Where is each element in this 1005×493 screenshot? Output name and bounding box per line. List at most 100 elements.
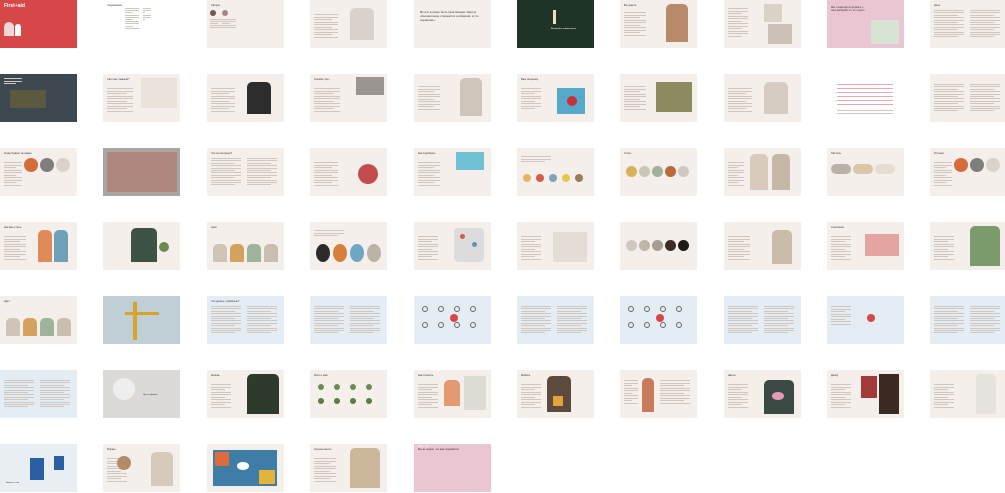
text-line — [4, 184, 22, 186]
spread-thumbnail[interactable]: Мы с вами ещё встретимся, а пока выбирай… — [827, 0, 904, 48]
spread-thumbnail[interactable] — [724, 296, 801, 344]
text-line — [521, 310, 545, 312]
text-line — [4, 78, 22, 79]
spread-thumbnail[interactable]: Что за интерьер? — [207, 148, 284, 196]
lamp — [553, 10, 556, 24]
text-line — [934, 182, 946, 183]
spread-thumbnail[interactable]: Зелень — [207, 370, 284, 418]
spread-thumbnail[interactable] — [517, 148, 594, 196]
spread-thumbnail[interactable]: Не всё должно быть практичным. Иногда об… — [414, 0, 491, 48]
text-line — [970, 110, 994, 112]
spread-thumbnail[interactable] — [0, 74, 77, 122]
text-line — [247, 327, 277, 329]
text-line — [4, 253, 26, 255]
text-line — [4, 162, 22, 163]
spread-thumbnail[interactable] — [103, 148, 180, 196]
diagram-node — [454, 322, 460, 328]
arch-photo — [772, 154, 790, 190]
spread-thumbnail[interactable]: Цвет и форма — [103, 370, 180, 418]
spread-thumbnail[interactable]: Фото и цвет — [310, 370, 387, 418]
spread-thumbnail[interactable]: Декор — [827, 370, 904, 418]
spread-thumbnail[interactable]: Мы не знаем, что вам понравится First + a… — [414, 444, 491, 492]
text-line — [418, 98, 434, 100]
text-line — [4, 177, 22, 178]
spread-thumbnail[interactable]: Когда бывает не видно — [0, 148, 77, 196]
spread-thumbnail[interactable] — [310, 0, 387, 48]
text-line — [624, 380, 638, 381]
spread-thumbnail[interactable] — [827, 296, 904, 344]
spread-thumbnail[interactable] — [414, 74, 491, 122]
spread-thumbnail[interactable] — [724, 0, 801, 48]
spread-thumbnail[interactable] — [620, 296, 697, 344]
spread-thumbnail[interactable]: Содержание — [103, 0, 180, 48]
spread-thumbnail[interactable] — [620, 74, 697, 122]
spread-thumbnail[interactable]: Цветы — [724, 370, 801, 418]
text-line — [521, 320, 551, 322]
text-line — [934, 241, 948, 242]
spread-thumbnail[interactable]: Как подобрать — [414, 148, 491, 196]
spread-thumbnail[interactable]: Свет как главный? — [103, 74, 180, 122]
spread-thumbnail[interactable]: Формы — [103, 444, 180, 492]
text-line — [4, 243, 26, 245]
text-line — [4, 384, 28, 386]
spread-thumbnail[interactable]: Как сочетать — [414, 370, 491, 418]
text-line — [314, 93, 334, 94]
spread-thumbnail[interactable] — [930, 370, 1005, 418]
text-line — [831, 246, 851, 247]
spread-thumbnail[interactable]: Уютная мысль — [310, 444, 387, 492]
spread-thumbnail[interactable] — [930, 74, 1005, 122]
spread-thumbnail[interactable]: Цель — [930, 0, 1005, 48]
spread-thumbnail[interactable] — [414, 296, 491, 344]
spread-thumbnail[interactable]: Мебель — [517, 370, 594, 418]
text-line — [211, 160, 241, 162]
spread-thumbnail[interactable] — [620, 370, 697, 418]
spread-thumbnail[interactable]: Вы знаете — [620, 0, 697, 48]
spread-thumbnail[interactable]: Как ваш стиль — [0, 222, 77, 270]
text-line — [521, 258, 541, 260]
spread-thumbnail[interactable] — [103, 222, 180, 270]
spread-thumbnail[interactable]: Выбирайте внимательно — [517, 0, 594, 48]
spread-thumbnail[interactable]: Бывает и так — [0, 444, 77, 492]
spread-thumbnail[interactable] — [207, 74, 284, 122]
spread-thumbnail[interactable] — [310, 222, 387, 270]
text-line — [211, 327, 241, 329]
photo — [861, 376, 877, 398]
spread-thumbnail[interactable]: Оттенки — [930, 148, 1005, 196]
spread-thumbnail[interactable] — [103, 296, 180, 344]
spread-thumbnail[interactable]: Арки — [207, 222, 284, 270]
text-line — [314, 34, 332, 35]
spread-thumbnail[interactable] — [0, 370, 77, 418]
spread-thumbnail[interactable] — [724, 74, 801, 122]
text-line — [418, 182, 434, 183]
photo-circle — [358, 164, 378, 184]
spread-thumbnail[interactable] — [827, 74, 904, 122]
spread-thumbnail[interactable]: Цвет — [0, 296, 77, 344]
spread-thumbnail[interactable] — [207, 444, 284, 492]
spread-thumbnail[interactable]: Ваш интерьер — [517, 74, 594, 122]
spread-thumbnail[interactable] — [724, 222, 801, 270]
text-line — [934, 332, 958, 334]
spread-thumbnail[interactable]: Что делать с мебелью? — [207, 296, 284, 344]
spread-thumbnail[interactable] — [724, 148, 801, 196]
text-line — [728, 15, 748, 17]
spread-thumbnail[interactable] — [517, 222, 594, 270]
spread-thumbnail[interactable]: First+aid — [0, 0, 77, 48]
spread-thumbnail[interactable]: Сочетание — [827, 222, 904, 270]
spread-thumbnail[interactable] — [517, 296, 594, 344]
spread-thumbnail[interactable] — [414, 222, 491, 270]
spread-thumbnail[interactable] — [310, 296, 387, 344]
spread-thumbnail[interactable] — [310, 148, 387, 196]
text-line — [418, 401, 438, 403]
text-line — [557, 332, 581, 334]
spread-thumbnail[interactable]: Авторы — [207, 0, 284, 48]
text-line — [624, 101, 646, 102]
spread-thumbnail[interactable]: Пастель — [827, 148, 904, 196]
spread-thumbnail[interactable]: Стиль — [620, 148, 697, 196]
spread-thumbnail[interactable] — [930, 296, 1005, 344]
spread-thumbnail[interactable] — [620, 222, 697, 270]
text-line — [970, 88, 994, 90]
text-line — [418, 93, 440, 95]
text-line — [934, 184, 952, 186]
spread-thumbnail[interactable]: Ошибки при... — [310, 74, 387, 122]
spread-thumbnail[interactable] — [930, 222, 1005, 270]
